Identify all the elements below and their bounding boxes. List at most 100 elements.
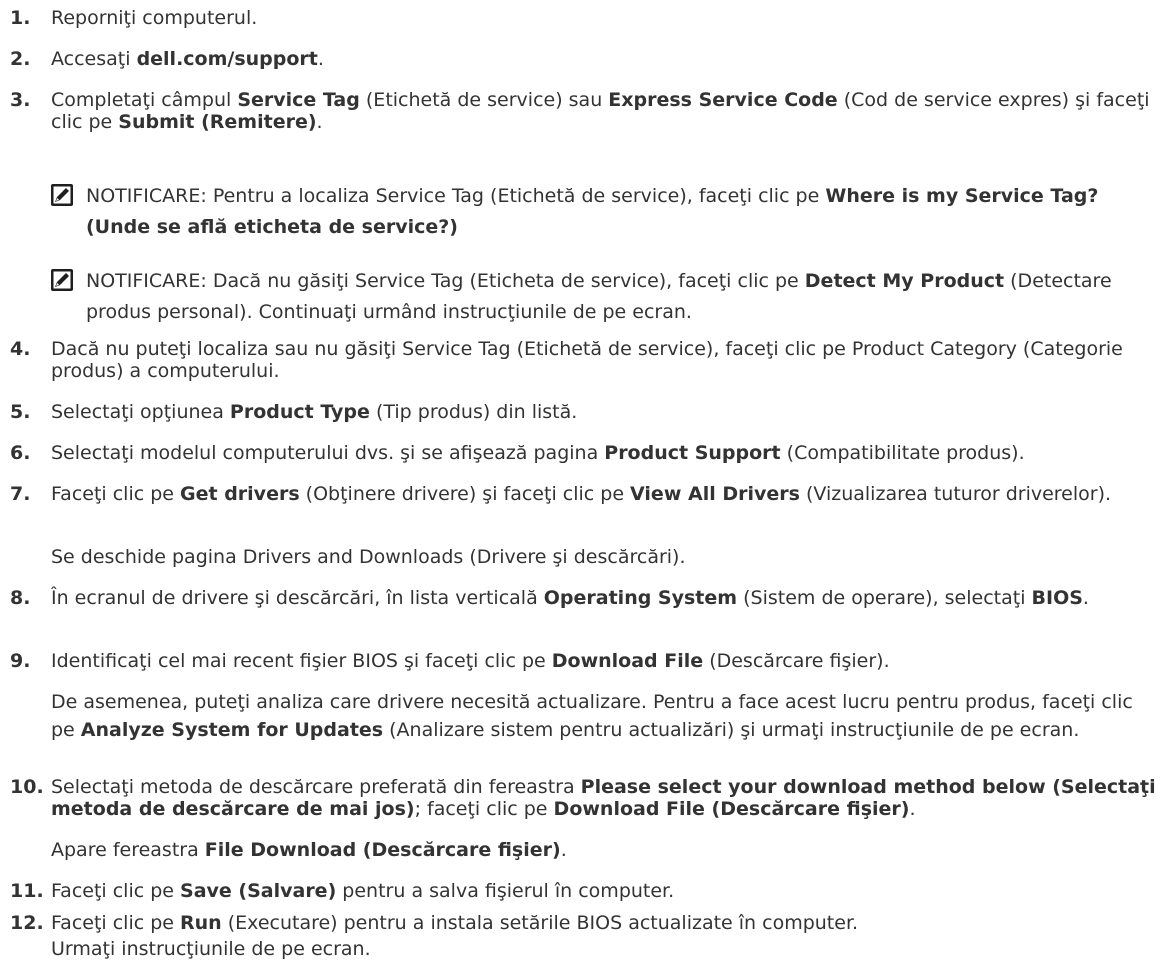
- text-run: Identificaţi cel mai recent fişier BIOS …: [51, 650, 552, 672]
- text-run: Faceţi clic pe: [51, 483, 181, 505]
- step-number: 12.: [10, 912, 44, 934]
- bold-term: Product Type: [229, 401, 370, 423]
- step-text: Faceţi clic pe Save (Salvare) pentru a s…: [51, 880, 1156, 902]
- text-run: Faceţi clic pe: [51, 880, 181, 902]
- note-pencil-icon: [51, 269, 73, 291]
- bold-term: dell.com/support: [136, 48, 318, 70]
- bold-term: Product Support: [604, 442, 781, 464]
- text-run: (Executare) pentru a instala setările BI…: [221, 912, 859, 934]
- step-4: 4. Dacă nu puteţi localiza sau nu găsiţi…: [10, 338, 1156, 382]
- text-run: NOTIFICARE:: [86, 270, 213, 292]
- text-run: (Sistem de operare), selectaţi: [737, 587, 1032, 609]
- text-run: (Obţinere drivere) şi faceţi clic pe: [299, 483, 631, 505]
- bold-term: View All Drivers: [630, 483, 800, 505]
- bold-term: Get drivers: [180, 483, 300, 505]
- text-run: ; faceţi clic pe: [414, 798, 554, 820]
- step-text: Faceţi clic pe Get drivers (Obţinere dri…: [51, 483, 1156, 505]
- step-number: 10.: [10, 776, 44, 798]
- text-run: Dacă nu găsiţi Service Tag (Eticheta de …: [212, 270, 805, 292]
- text-run: Completaţi câmpul: [51, 89, 238, 111]
- note-text: NOTIFICARE: Pentru a localiza Service Ta…: [86, 181, 1156, 243]
- step-text: Selectaţi modelul computerului dvs. şi s…: [51, 442, 1156, 464]
- text-run: Pentru a localiza Service Tag (Etichetă …: [212, 185, 826, 207]
- text-run: Apare fereastra: [51, 839, 205, 861]
- step-2: 2. Accesaţi dell.com/support.: [10, 48, 1156, 70]
- text-run: .: [560, 839, 567, 861]
- step-6: 6. Selectaţi modelul computerului dvs. ş…: [10, 442, 1156, 464]
- text-run: Selectaţi opţiunea: [51, 401, 230, 423]
- bold-term: Express Service Code: [608, 89, 838, 111]
- step-12: 12. Faceţi clic pe Run (Executare) pentr…: [10, 912, 1156, 934]
- bold-term: Run: [180, 912, 222, 934]
- bold-term: Download File (Descărcare fişier): [553, 798, 910, 820]
- bold-term: BIOS: [1031, 587, 1083, 609]
- step-text: Dacă nu puteţi localiza sau nu găsiţi Se…: [51, 338, 1156, 382]
- continuation-text: Apare fereastra File Download (Descărcar…: [51, 839, 567, 861]
- step-1: 1. Reporniţi computerul.: [10, 7, 1156, 29]
- note-pencil-icon: [51, 184, 73, 206]
- bold-term: Service Tag: [237, 89, 360, 111]
- text-run: (Etichetă de service) sau: [359, 89, 609, 111]
- note-text: NOTIFICARE: Dacă nu găsiţi Service Tag (…: [86, 266, 1156, 328]
- continuation-text: De asemenea, puteţi analiza care drivere…: [51, 691, 1133, 741]
- text-run: Faceţi clic pe: [51, 912, 181, 934]
- step-number: 5.: [10, 401, 31, 423]
- step-text: Selectaţi opţiunea Product Type (Tip pro…: [51, 401, 1156, 423]
- step-7-result: Se deschide pagina Drivers and Downloads…: [51, 546, 1156, 568]
- continuation-text: Urmaţi instrucţiunile de pe ecran.: [51, 938, 371, 960]
- text-run: .: [316, 111, 323, 133]
- bold-term: Download File: [551, 650, 704, 672]
- step-number: 7.: [10, 483, 31, 505]
- step-number: 1.: [10, 7, 31, 29]
- step-10-result: Apare fereastra File Download (Descărcar…: [51, 839, 1156, 861]
- text-run: Selectaţi metoda de descărcare preferată…: [51, 776, 581, 798]
- bold-term: Save (Salvare): [180, 880, 337, 902]
- text-run: pentru a salva fişierul în computer.: [336, 880, 675, 902]
- text-run: Se deschide pagina Drivers and Downloads…: [51, 546, 686, 568]
- continuation-text: Se deschide pagina Drivers and Downloads…: [51, 546, 686, 568]
- bold-term: Operating System: [543, 587, 738, 609]
- step-text: Selectaţi metoda de descărcare preferată…: [51, 776, 1156, 820]
- step-5: 5. Selectaţi opţiunea Product Type (Tip …: [10, 401, 1156, 423]
- text-run: (Analizare sistem pentru actualizări) şi…: [383, 719, 1080, 741]
- text-run: (Compatibilitate produs).: [780, 442, 1025, 464]
- text-run: (Descărcare fişier).: [703, 650, 890, 672]
- text-run: NOTIFICARE:: [86, 185, 213, 207]
- step-7: 7. Faceţi clic pe Get drivers (Obţinere …: [10, 483, 1156, 505]
- text-run: Urmaţi instrucţiunile de pe ecran.: [51, 938, 371, 960]
- step-number: 4.: [10, 338, 31, 360]
- bold-term: File Download (Descărcare fişier): [204, 839, 561, 861]
- step-11: 11. Faceţi clic pe Save (Salvare) pentru…: [10, 880, 1156, 902]
- text-run: .: [909, 798, 916, 820]
- text-run: Dacă nu puteţi localiza sau nu găsiţi Se…: [51, 338, 1123, 382]
- step-number: 8.: [10, 587, 31, 609]
- text-run: Selectaţi modelul computerului dvs. şi s…: [51, 442, 605, 464]
- step-number: 2.: [10, 48, 31, 70]
- step-text: Completaţi câmpul Service Tag (Etichetă …: [51, 89, 1156, 133]
- step-number: 6.: [10, 442, 31, 464]
- text-run: (Vizualizarea tuturor driverelor).: [799, 483, 1112, 505]
- text-run: În ecranul de drivere şi descărcări, în …: [51, 587, 544, 609]
- step-3: 3. Completaţi câmpul Service Tag (Etiche…: [10, 89, 1156, 133]
- step-text: Reporniţi computerul.: [51, 7, 1156, 29]
- text-run: Accesaţi: [51, 48, 137, 70]
- bold-term: Analyze System for Updates: [80, 719, 384, 741]
- text-run: (Tip produs) din listă.: [369, 401, 578, 423]
- text-run: Reporniţi computerul.: [51, 7, 258, 29]
- note-1: NOTIFICARE: Pentru a localiza Service Ta…: [51, 181, 1156, 243]
- bold-term: Detect My Product: [804, 270, 1005, 292]
- step-text: În ecranul de drivere şi descărcări, în …: [51, 587, 1156, 609]
- step-text: Faceţi clic pe Run (Executare) pentru a …: [51, 912, 1156, 934]
- step-9: 9. Identificaţi cel mai recent fişier BI…: [10, 650, 1156, 672]
- text-run: .: [1082, 587, 1089, 609]
- step-number: 3.: [10, 89, 31, 111]
- step-9-detail: De asemenea, puteţi analiza care drivere…: [51, 688, 1156, 744]
- step-8: 8. În ecranul de drivere şi descărcări, …: [10, 587, 1156, 609]
- step-12-result: Urmaţi instrucţiunile de pe ecran.: [51, 938, 1156, 960]
- text-run: .: [317, 48, 324, 70]
- note-2: NOTIFICARE: Dacă nu găsiţi Service Tag (…: [51, 266, 1156, 328]
- step-text: Accesaţi dell.com/support.: [51, 48, 1156, 70]
- bold-term: Submit (Remitere): [118, 111, 317, 133]
- step-10: 10. Selectaţi metoda de descărcare prefe…: [10, 776, 1156, 820]
- step-text: Identificaţi cel mai recent fişier BIOS …: [51, 650, 1156, 672]
